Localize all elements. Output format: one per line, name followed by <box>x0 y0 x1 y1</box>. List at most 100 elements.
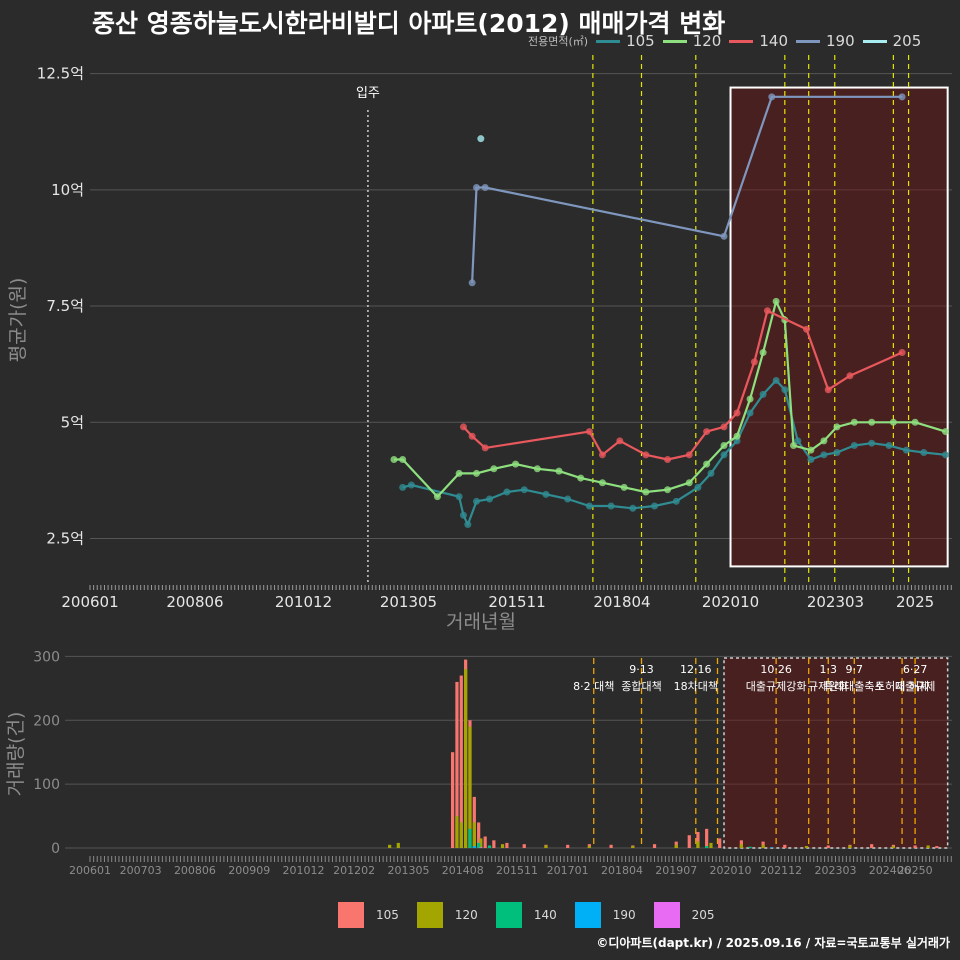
volume-bar-105 <box>913 845 917 848</box>
volume-legend-item-105[interactable]: 105 <box>338 902 399 928</box>
volume-x-tick-label: 201408 <box>442 864 484 877</box>
point-105 <box>455 493 463 501</box>
point-105 <box>629 504 637 512</box>
volume-bar-105 <box>566 844 570 848</box>
point-120 <box>807 446 815 454</box>
point-105 <box>772 376 780 384</box>
volume-bar-120 <box>388 844 392 848</box>
volume-bar-105 <box>451 752 455 848</box>
point-120 <box>868 418 876 426</box>
point-120 <box>720 442 728 450</box>
point-120 <box>664 486 672 494</box>
volume-bar-105 <box>505 842 509 848</box>
volume-bar-120 <box>674 844 678 848</box>
point-120 <box>833 423 841 431</box>
point-120 <box>642 488 650 496</box>
price-x-tick-label: 2025 <box>896 593 934 611</box>
point-120 <box>772 297 780 305</box>
volume-x-tick-label: 201305 <box>387 864 429 877</box>
volume-x-tick-label: 201012 <box>283 864 325 877</box>
legend-label: 140 <box>533 908 557 922</box>
legend-label: 190 <box>612 908 636 922</box>
point-105 <box>607 502 615 510</box>
point-120 <box>433 493 441 501</box>
volume-bar-105 <box>705 828 709 848</box>
volume-bar-105 <box>492 840 496 848</box>
volume-bar-120 <box>396 842 400 848</box>
point-105 <box>651 502 659 510</box>
point-120 <box>941 428 949 436</box>
volume-bar-105 <box>783 844 787 848</box>
volume-bar-140 <box>477 842 481 848</box>
volume-bar-105 <box>522 844 526 848</box>
policy-date-label: 9·13 <box>629 663 654 676</box>
point-140 <box>459 423 467 431</box>
point-140 <box>481 444 489 452</box>
volume-x-tick-label: 202010 <box>710 864 752 877</box>
point-140 <box>598 451 606 459</box>
point-190 <box>468 279 476 287</box>
price-x-tick-label: 201511 <box>488 593 545 611</box>
volume-bar-120 <box>761 844 765 848</box>
point-190 <box>472 184 480 191</box>
volume-legend-item-140[interactable]: 140 <box>495 902 557 928</box>
point-120 <box>555 467 563 475</box>
point-140 <box>750 358 758 366</box>
volume-bar-105 <box>870 844 874 848</box>
volume-bar-120 <box>891 846 895 848</box>
point-105 <box>885 442 893 450</box>
legend-swatch <box>574 902 601 928</box>
volume-bar-105 <box>718 838 722 848</box>
volume-legend-item-190[interactable]: 190 <box>574 902 636 928</box>
volume-y-axis-title: 거래량(건) <box>5 712 27 797</box>
point-105 <box>941 451 949 459</box>
point-120 <box>889 418 897 426</box>
point-120 <box>733 432 741 440</box>
point-105 <box>850 442 858 450</box>
point-120 <box>911 418 919 426</box>
volume-bar-140 <box>468 828 472 848</box>
volume-bar-120 <box>709 842 713 848</box>
point-120 <box>472 469 480 477</box>
point-120 <box>577 474 585 482</box>
price-x-tick-label: 202010 <box>702 593 759 611</box>
volume-y-tick-label: 100 <box>33 777 60 793</box>
volume-x-tick-label: 201804 <box>601 864 643 877</box>
point-105 <box>564 495 572 503</box>
move-in-label: 입주 <box>356 86 380 101</box>
point-140 <box>585 428 593 436</box>
point-105 <box>833 449 841 456</box>
volume-bar-105 <box>652 844 657 848</box>
point-190 <box>481 184 489 191</box>
policy-date-label: 12·16 <box>680 663 712 676</box>
point-105 <box>486 495 494 503</box>
point-105 <box>707 469 715 477</box>
volume-bar-120 <box>544 845 548 848</box>
price-y-tick-label: 2.5억 <box>46 530 84 548</box>
point-105 <box>781 386 789 394</box>
volume-bar-120 <box>696 841 700 848</box>
volume-legend-item-205[interactable]: 205 <box>653 902 715 928</box>
volume-bar-205 <box>479 847 483 848</box>
volume-x-tick-label: 200703 <box>120 864 162 877</box>
point-105 <box>902 446 910 454</box>
legend-swatch <box>653 902 680 928</box>
volume-bar-120 <box>926 845 930 848</box>
volume-bar-120 <box>459 822 463 848</box>
point-140 <box>703 428 711 436</box>
source-credit: ©디아파트(dapt.kr) / 2025.09.16 / 자료=국토교통부 실… <box>596 936 950 950</box>
volume-x-tick-label: 201701 <box>547 864 589 877</box>
point-120 <box>620 483 628 491</box>
point-105 <box>399 483 407 491</box>
point-120 <box>399 455 407 463</box>
volume-bar-120 <box>631 846 635 848</box>
price-y-tick-label: 7.5억 <box>46 297 84 315</box>
volume-bar-105 <box>459 675 463 848</box>
point-105 <box>868 439 876 447</box>
point-120 <box>685 479 693 487</box>
volume-x-tick-label: 202112 <box>760 864 802 877</box>
chart-canvas: 2.5억 5억 7.5억 10억 12.5억입주 200601 200806 201012 20… <box>5 55 952 877</box>
volume-y-tick-label: 300 <box>33 649 60 665</box>
volume-legend-item-120[interactable]: 120 <box>416 902 478 928</box>
point-105 <box>464 521 472 529</box>
